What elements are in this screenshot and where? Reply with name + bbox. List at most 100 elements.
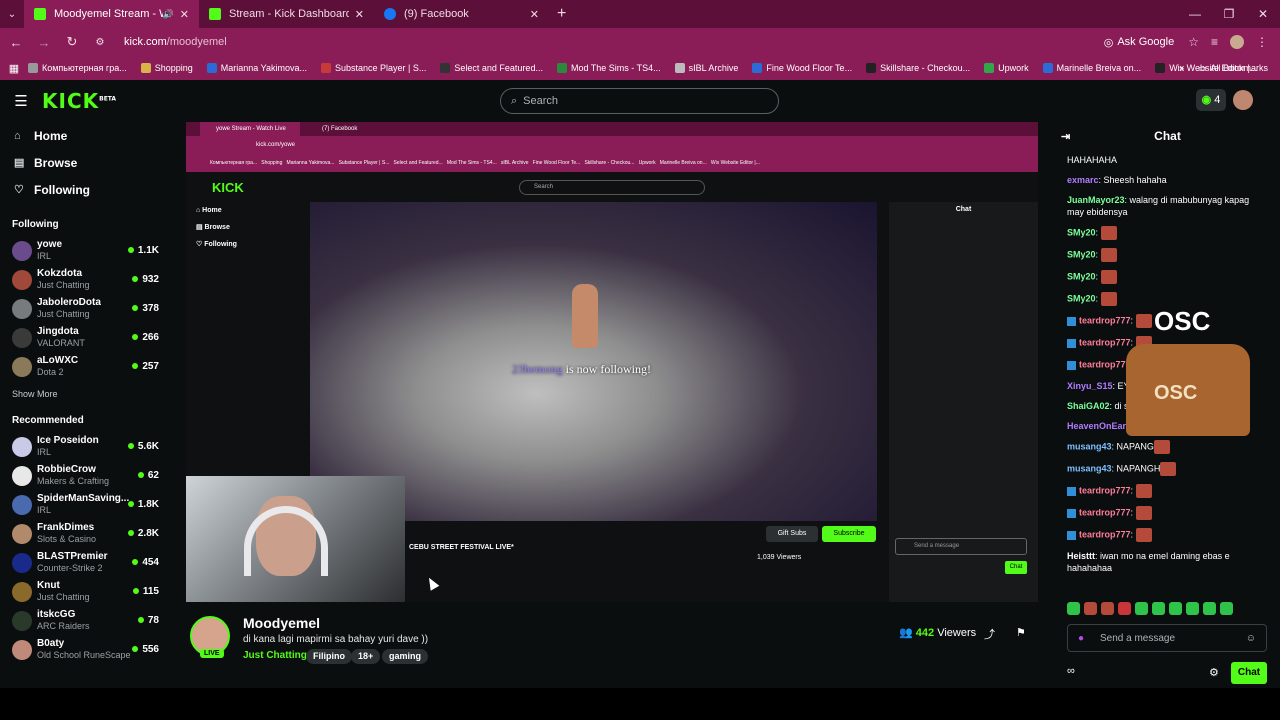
user-avatar[interactable] — [1233, 90, 1253, 110]
bookmark-item[interactable]: Marianna Yakimova... — [206, 63, 307, 73]
chat-username[interactable]: teardrop777 — [1079, 485, 1131, 495]
tab-search-button[interactable]: ⌄ — [0, 9, 24, 20]
close-tab-icon[interactable]: ✕ — [355, 8, 364, 21]
channel-item[interactable]: RobbieCrow Makers & Crafting 62 — [0, 461, 170, 490]
channel-item[interactable]: yowe IRL 1.1K — [0, 236, 170, 265]
chat-extras-icon[interactable]: ∞ — [1067, 665, 1075, 677]
chat-username[interactable]: JuanMayor23 — [1067, 195, 1125, 205]
streamer-name[interactable]: Moodyemel — [243, 615, 320, 631]
sub-badge-icon — [1067, 508, 1076, 518]
show-more-button[interactable]: Show More — [0, 381, 170, 407]
chat-username[interactable]: exmarc — [1067, 175, 1099, 185]
stream-category[interactable]: Just Chatting — [243, 650, 307, 661]
channel-item[interactable]: Ice Poseidon IRL 5.6K — [0, 432, 170, 461]
tab-kick-dashboard[interactable]: Stream - Kick Dashboard ✕ — [199, 0, 374, 28]
chat-username[interactable]: teardrop777 — [1079, 529, 1131, 539]
chat-username[interactable]: SMy20 — [1067, 249, 1096, 259]
bookmark-item[interactable]: sIBL Archive — [674, 63, 738, 73]
chat-input[interactable]: ● Send a message ☺ — [1067, 624, 1267, 652]
forward-icon[interactable]: → — [32, 35, 56, 50]
bookmark-item[interactable]: Компьютерная гра... — [28, 63, 127, 73]
search-input[interactable]: ⌕ Search — [500, 88, 779, 114]
chat-username[interactable]: SMy20 — [1067, 293, 1096, 303]
channel-item[interactable]: Jingdota VALORANT 266 — [0, 323, 170, 352]
send-chat-button[interactable]: Chat — [1231, 662, 1267, 684]
emote-icon[interactable] — [1135, 602, 1148, 615]
chat-username[interactable]: ShaiGA02 — [1067, 401, 1110, 411]
emote-icon[interactable] — [1118, 602, 1131, 615]
bookmark-item[interactable]: Upwork — [984, 63, 1029, 73]
site-info-icon[interactable]: ⚙ — [88, 37, 112, 48]
channel-name: RobbieCrow — [37, 464, 96, 475]
chat-username[interactable]: SMy20 — [1067, 271, 1096, 281]
chat-username[interactable]: SMy20 — [1067, 227, 1096, 237]
tab-facebook[interactable]: (9) Facebook ✕ — [374, 0, 549, 28]
tag-filipino[interactable]: Filipino — [306, 649, 352, 664]
sidebar-item-label: Following — [34, 182, 90, 197]
sidebar-item-home[interactable]: ⌂ Home — [0, 122, 170, 149]
bookmark-item[interactable]: Fine Wood Floor Te... — [752, 63, 852, 73]
channel-item[interactable]: Kokzdota Just Chatting 932 — [0, 265, 170, 294]
channel-item[interactable]: SpiderManSaving... IRL 1.8K — [0, 490, 170, 519]
bookmark-star-icon[interactable]: ☆ — [1188, 35, 1199, 49]
microphone-icon[interactable]: ● — [1078, 625, 1084, 653]
bookmark-item[interactable]: Marinelle Breiva on... — [1042, 63, 1141, 73]
emote-icon[interactable] — [1152, 602, 1165, 615]
speaker-icon[interactable]: 🔊 — [163, 9, 174, 20]
close-tab-icon[interactable]: ✕ — [530, 8, 539, 21]
bookmark-item[interactable]: Shopping — [140, 63, 193, 73]
tag-18plus[interactable]: 18+ — [351, 649, 381, 664]
emote-icon[interactable] — [1169, 602, 1182, 615]
channel-item[interactable]: itskcGG ARC Raiders 78 — [0, 606, 170, 635]
kicks-badge[interactable]: ◉ 4 — [1196, 89, 1226, 111]
emote-icon[interactable] — [1203, 602, 1216, 615]
apps-grid-icon[interactable]: ▦ — [0, 62, 28, 75]
url-field[interactable]: kick.com/moodyemel — [124, 36, 1104, 48]
minimize-icon[interactable]: — — [1178, 0, 1212, 28]
chat-username[interactable]: musang43 — [1067, 441, 1112, 451]
bookmark-item[interactable]: Select and Featured... — [440, 63, 543, 73]
bookmark-item[interactable]: Mod The Sims - TS4... — [556, 63, 661, 73]
emote-icon[interactable] — [1101, 602, 1114, 615]
chat-settings-icon[interactable]: ⚙ — [1209, 666, 1219, 679]
tab-moodyemel[interactable]: Moodyemel Stream - Watch 🔊 ✕ — [24, 0, 199, 28]
sidebar-item-following[interactable]: ♡ Following — [0, 176, 170, 203]
chat-username[interactable]: musang43 — [1067, 463, 1112, 473]
tag-gaming[interactable]: gaming — [382, 649, 429, 664]
hamburger-menu-icon[interactable]: ☰ — [0, 92, 42, 110]
channel-item[interactable]: aLoWXC Dota 2 257 — [0, 352, 170, 381]
share-icon[interactable]: ⤴ — [984, 626, 995, 642]
chat-username[interactable]: Heisttt — [1067, 551, 1095, 561]
reload-icon[interactable]: ↻ — [60, 34, 84, 50]
emote-icon[interactable] — [1220, 602, 1233, 615]
close-tab-icon[interactable]: ✕ — [180, 8, 189, 21]
menu-kebab-icon[interactable]: ⋮ — [1256, 35, 1268, 49]
emote-icon[interactable] — [1084, 602, 1097, 615]
more-bookmarks-icon[interactable]: » — [1179, 63, 1184, 73]
channel-item[interactable]: B0aty Old School RuneScape 556 — [0, 635, 170, 664]
video-player[interactable]: yowe Stream - Watch Live (7) Facebook ki… — [186, 122, 1038, 602]
ask-google-button[interactable]: ◎ Ask Google — [1104, 36, 1174, 49]
collapse-chat-icon[interactable]: ⇥ — [1061, 130, 1070, 143]
chat-username[interactable]: Xinyu_S15 — [1067, 381, 1113, 391]
report-icon[interactable]: ⚑ — [1016, 626, 1026, 639]
maximize-icon[interactable]: ❐ — [1212, 0, 1246, 28]
profile-icon[interactable] — [1230, 35, 1244, 49]
tab-search-icon[interactable]: ≡ — [1211, 35, 1218, 49]
bookmark-item[interactable]: Substance Player | S... — [321, 63, 426, 73]
bookmark-item[interactable]: Skillshare - Checkou... — [866, 63, 970, 73]
channel-item[interactable]: FrankDimes Slots & Casino 2.8K — [0, 519, 170, 548]
channel-item[interactable]: BLASTPremier Counter-Strike 2 454 — [0, 548, 170, 577]
emoji-icon[interactable]: ☺ — [1246, 625, 1256, 653]
chat-username[interactable]: teardrop777 — [1079, 507, 1131, 517]
channel-item[interactable]: JaboleroDota Just Chatting 378 — [0, 294, 170, 323]
back-icon[interactable]: ← — [4, 35, 28, 50]
all-bookmarks-button[interactable]: » ▭ All Bookmarks — [1179, 63, 1268, 74]
sidebar-item-browse[interactable]: ▤ Browse — [0, 149, 170, 176]
emote-icon[interactable] — [1186, 602, 1199, 615]
new-tab-icon[interactable]: + — [557, 5, 566, 23]
emote-icon[interactable] — [1067, 602, 1080, 615]
kick-logo[interactable]: KICKBETA — [42, 89, 116, 113]
channel-item[interactable]: Knut Just Chatting 115 — [0, 577, 170, 606]
close-window-icon[interactable]: ✕ — [1246, 0, 1280, 28]
